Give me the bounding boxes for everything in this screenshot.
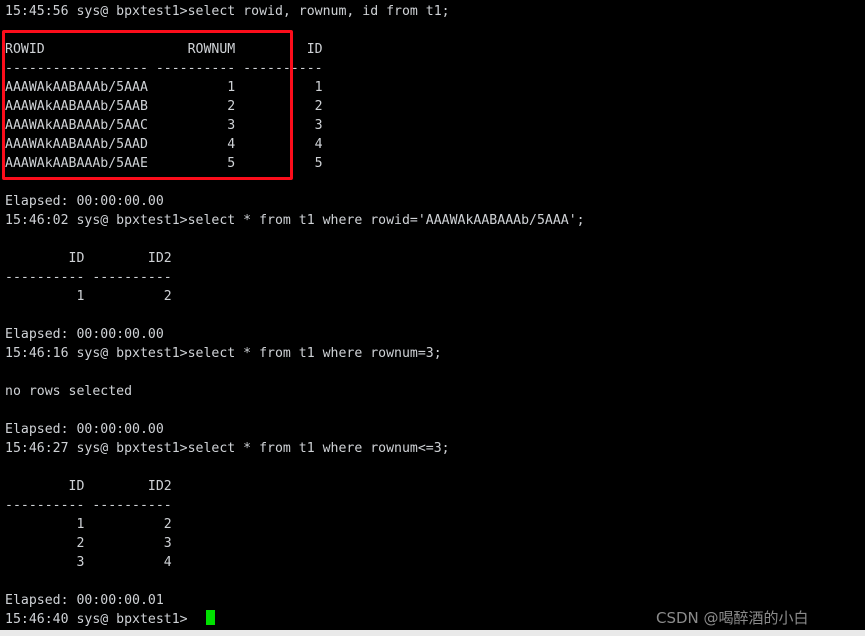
terminal-line: ---------- ----------	[5, 270, 172, 285]
terminal-line: AAAWAkAABAAAb/5AAE 5 5	[5, 156, 323, 171]
terminal-line: Elapsed: 00:00:00.00	[5, 327, 164, 342]
terminal-line: ------------------ ---------- ----------	[5, 61, 323, 76]
terminal-line: 15:45:56 sys@ bpxtest1>select rowid, row…	[5, 4, 450, 19]
terminal-line: 1 2	[5, 289, 172, 304]
terminal-line: ID ID2	[5, 251, 172, 266]
terminal-line: AAAWAkAABAAAb/5AAD 4 4	[5, 137, 323, 152]
terminal-line: 1 2	[5, 517, 172, 532]
csdn-watermark: CSDN @喝醉酒的小白	[656, 609, 809, 627]
screenshot-root: 15:45:56 sys@ bpxtest1>select rowid, row…	[0, 0, 865, 636]
terminal-prompt-line: 15:46:40 sys@ bpxtest1>	[5, 612, 188, 627]
terminal-window[interactable]: 15:45:56 sys@ bpxtest1>select rowid, row…	[0, 0, 865, 630]
terminal-line: AAAWAkAABAAAb/5AAA 1 1	[5, 80, 323, 95]
terminal-line: Elapsed: 00:00:00.01	[5, 593, 164, 608]
terminal-line: 15:46:16 sys@ bpxtest1>select * from t1 …	[5, 346, 442, 361]
terminal-line: Elapsed: 00:00:00.00	[5, 422, 164, 437]
text-cursor	[206, 610, 215, 625]
terminal-line: 2 3	[5, 536, 172, 551]
terminal-line: Elapsed: 00:00:00.00	[5, 194, 164, 209]
terminal-line: 15:46:27 sys@ bpxtest1>select * from t1 …	[5, 441, 450, 456]
terminal-line: 3 4	[5, 555, 172, 570]
terminal-line: ID ID2	[5, 479, 172, 494]
terminal-line: AAAWAkAABAAAb/5AAB 2 2	[5, 99, 323, 114]
terminal-line: ROWID ROWNUM ID	[5, 42, 323, 57]
terminal-line: 15:46:02 sys@ bpxtest1>select * from t1 …	[5, 213, 585, 228]
bottom-edge-bar	[0, 630, 865, 636]
terminal-line: AAAWAkAABAAAb/5AAC 3 3	[5, 118, 323, 133]
terminal-line: ---------- ----------	[5, 498, 172, 513]
terminal-line: no rows selected	[5, 384, 133, 399]
